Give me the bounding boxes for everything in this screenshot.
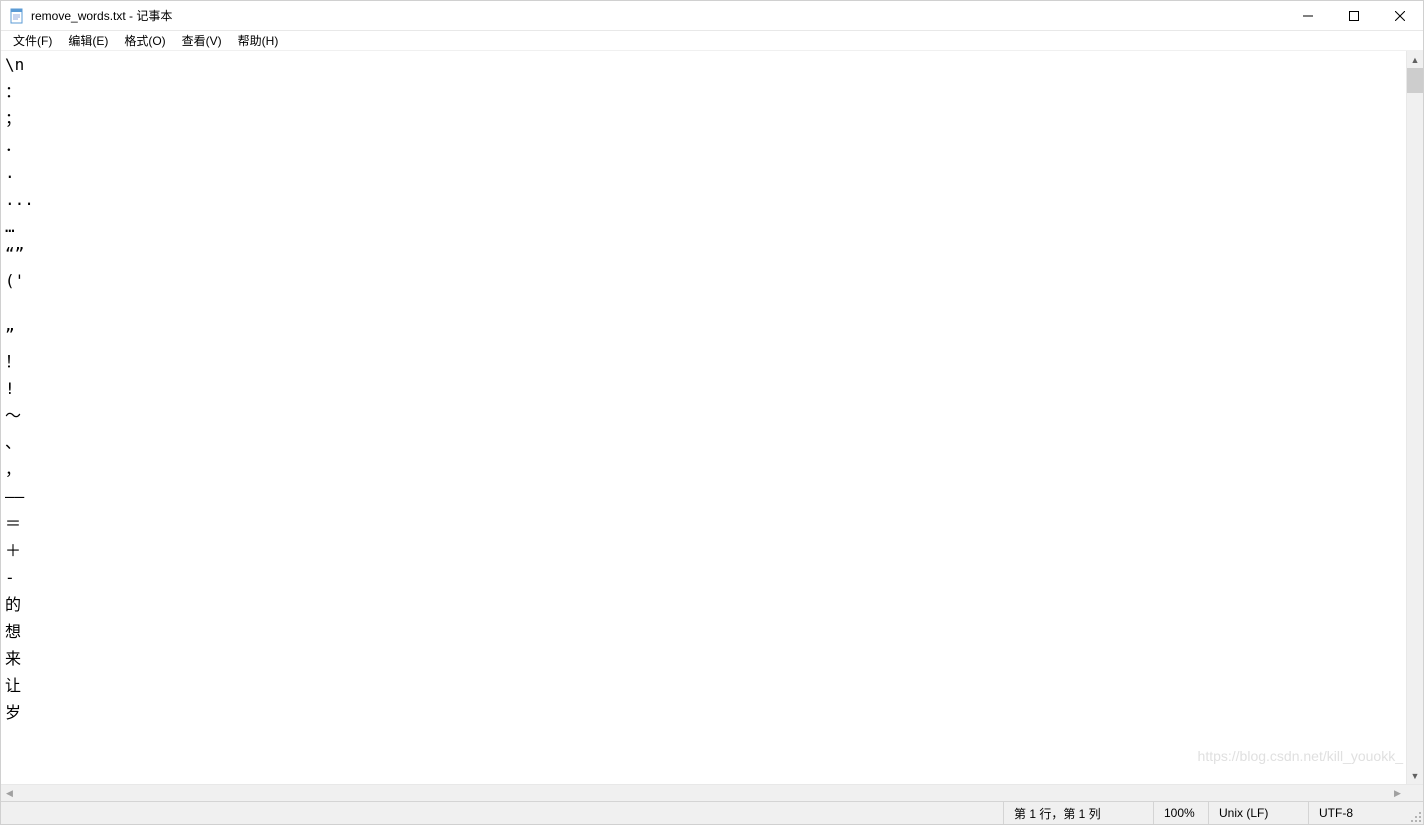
scroll-corner bbox=[1406, 785, 1423, 801]
statusbar: 第 1 行，第 1 列 100% Unix (LF) UTF-8 bbox=[1, 801, 1423, 824]
minimize-button[interactable] bbox=[1285, 1, 1331, 30]
vscroll-thumb[interactable] bbox=[1407, 68, 1423, 93]
vertical-scrollbar[interactable]: ▲ ▼ bbox=[1406, 51, 1423, 784]
scroll-right-arrow-icon[interactable]: ▶ bbox=[1389, 785, 1406, 801]
hscroll-track[interactable] bbox=[18, 785, 1389, 801]
status-zoom: 100% bbox=[1153, 802, 1208, 824]
text-editor[interactable]: \n ： ； ． . ... … “” (' ” ！ ! ～ 、 ， —— ＝ … bbox=[1, 51, 1406, 784]
horizontal-scrollbar[interactable]: ◀ ▶ bbox=[1, 784, 1423, 801]
notepad-icon bbox=[9, 8, 25, 24]
status-cursor-position: 第 1 行，第 1 列 bbox=[1003, 802, 1153, 824]
window-title: remove_words.txt - 记事本 bbox=[31, 7, 1285, 24]
status-encoding: UTF-8 bbox=[1308, 802, 1423, 824]
menu-format[interactable]: 格式(O) bbox=[116, 31, 173, 50]
scroll-down-arrow-icon[interactable]: ▼ bbox=[1407, 767, 1423, 784]
menu-file[interactable]: 文件(F) bbox=[5, 31, 60, 50]
scroll-up-arrow-icon[interactable]: ▲ bbox=[1407, 51, 1423, 68]
maximize-button[interactable] bbox=[1331, 1, 1377, 30]
window-controls bbox=[1285, 1, 1423, 30]
status-line-ending: Unix (LF) bbox=[1208, 802, 1308, 824]
menubar: 文件(F) 编辑(E) 格式(O) 查看(V) 帮助(H) bbox=[1, 31, 1423, 51]
menu-view[interactable]: 查看(V) bbox=[174, 31, 230, 50]
close-button[interactable] bbox=[1377, 1, 1423, 30]
content-area: \n ： ； ． . ... … “” (' ” ！ ! ～ 、 ， —— ＝ … bbox=[1, 51, 1423, 784]
menu-edit[interactable]: 编辑(E) bbox=[60, 31, 116, 50]
status-spacer bbox=[1, 802, 1003, 824]
menu-help[interactable]: 帮助(H) bbox=[230, 31, 287, 50]
titlebar: remove_words.txt - 记事本 bbox=[1, 1, 1423, 31]
vscroll-track[interactable] bbox=[1407, 68, 1423, 767]
scroll-left-arrow-icon[interactable]: ◀ bbox=[1, 785, 18, 801]
